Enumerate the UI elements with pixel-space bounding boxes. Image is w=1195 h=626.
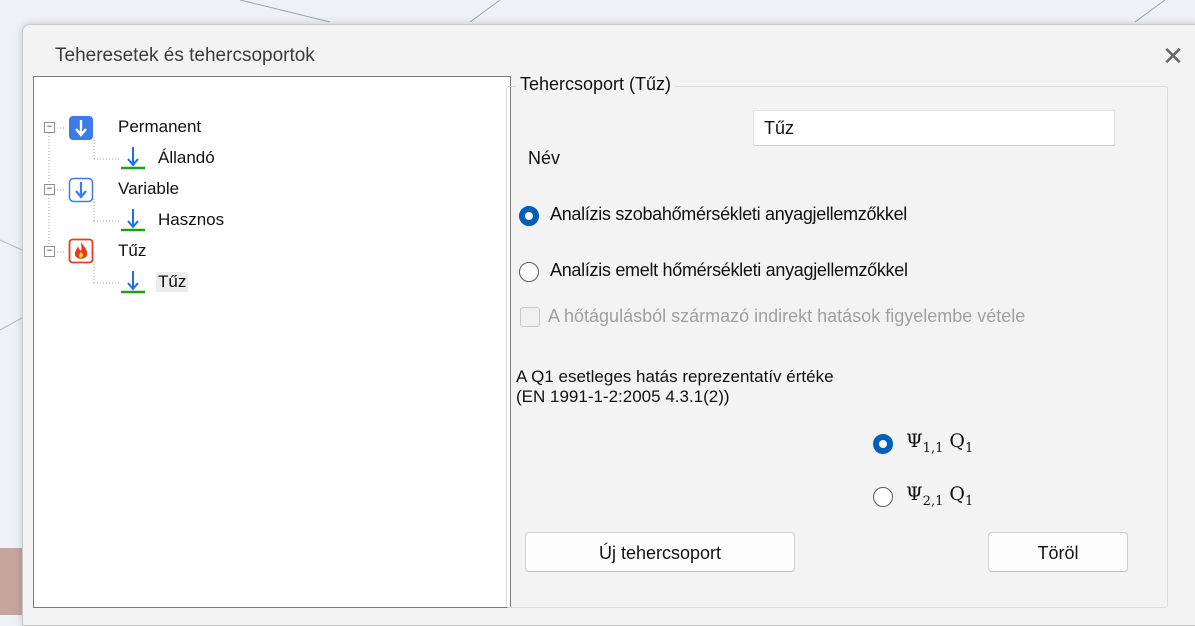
new-load-group-button[interactable]: Új tehercsoport [525,532,795,572]
label-elevated-temperature[interactable]: Analízis emelt hőmérsékleti anyagjellemz… [550,260,908,281]
load-group-panel [506,86,1168,608]
name-label: Név [528,148,561,168]
tree-expander-permanent[interactable]: − [44,122,55,133]
radio-psi-2-1[interactable] [873,487,893,507]
tree-item-variable[interactable]: Variable [118,179,179,199]
radio-psi-1-1[interactable] [873,434,893,454]
tree-expander-variable[interactable]: − [44,184,55,195]
tree-item-hasznos[interactable]: Hasznos [158,210,224,230]
delete-button[interactable]: Töröl [988,532,1128,572]
q-subscript: 1 [964,493,974,509]
tree-item-fire-case[interactable]: Tűz [156,272,189,292]
psi-1-1-label[interactable]: Ψ1,1 Q1 [906,430,973,456]
q1-description: A Q1 esetleges hatás reprezentatív érték… [516,367,834,386]
desktop-background-strip [0,548,22,615]
q1-standard-reference: (EN 1991-1-2:2005 4.3.1(2)) [516,387,730,406]
psi-subscript: 1,1 [922,440,944,456]
tree-item-allando[interactable]: Állandó [158,148,215,168]
q-subscript: 1 [964,440,974,456]
psi-symbol: Ψ [906,483,923,505]
tree-expander-fire[interactable]: − [44,246,55,257]
q-symbol: Q [949,430,965,452]
tree-item-permanent[interactable]: Permanent [118,117,201,137]
variable-load-icon [68,177,94,203]
group-title: Tehercsoport (Tűz) [516,74,676,95]
window-title: Teheresetek és tehercsoportok [55,45,315,66]
label-room-temperature[interactable]: Analízis szobahőmérsékleti anyagjellemző… [550,204,907,225]
permanent-load-icon [69,116,93,140]
psi-symbol: Ψ [906,430,923,452]
load-case-arrow-icon [121,271,145,294]
indirect-effects-label: A hőtágulásból származó indirekt hatások… [548,306,1026,326]
psi-subscript: 2,1 [922,493,944,509]
close-button[interactable]: ✕ [1155,41,1191,73]
load-case-arrow-icon [121,147,145,170]
radio-elevated-temperature[interactable] [519,262,539,282]
tree-item-fire-group[interactable]: Tűz [118,241,146,261]
name-input[interactable] [753,110,1115,146]
load-case-arrow-icon [121,209,145,232]
q-symbol: Q [949,483,965,505]
load-tree-view[interactable]: − − − Permanent Állandó Variable Hasznos… [33,76,511,608]
radio-room-temperature[interactable] [519,206,539,226]
indirect-effects-checkbox[interactable] [520,307,540,327]
psi-2-1-label[interactable]: Ψ2,1 Q1 [906,483,973,509]
fire-icon [68,238,94,264]
